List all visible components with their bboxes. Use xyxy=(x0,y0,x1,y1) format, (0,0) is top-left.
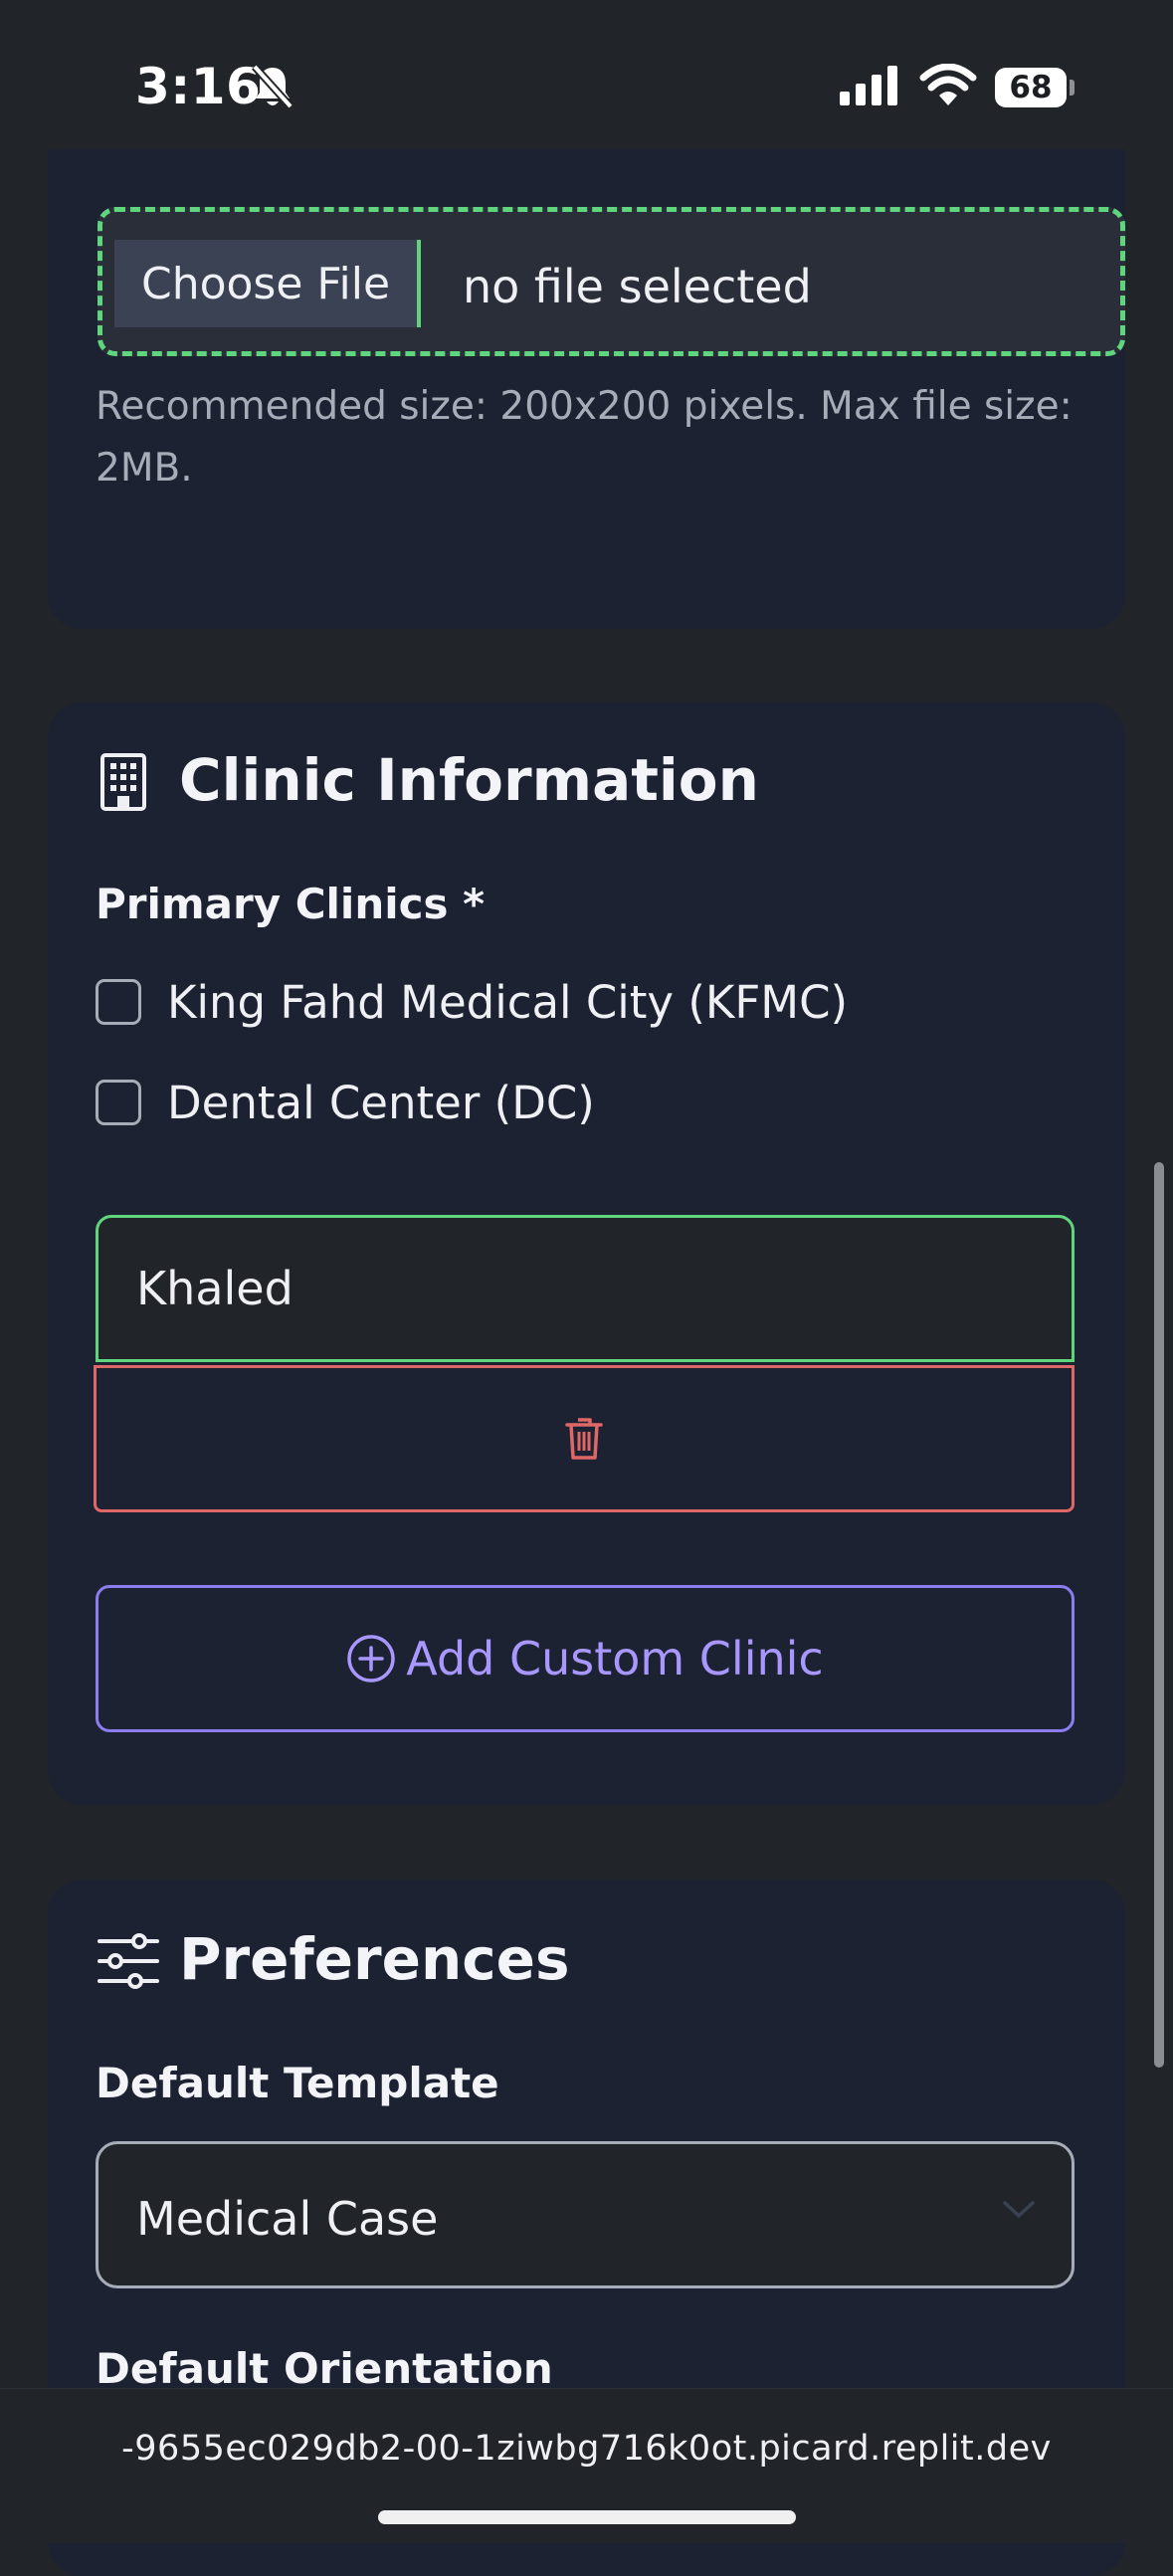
primary-clinics-label: Primary Clinics * xyxy=(96,880,486,928)
add-custom-clinic-label: Add Custom Clinic xyxy=(406,1632,824,1685)
url-text[interactable]: -9655ec029db2-00-1ziwbg716k0ot.picard.re… xyxy=(0,2429,1173,2469)
building-icon xyxy=(100,753,146,811)
default-template-value: Medical Case xyxy=(136,2192,439,2246)
choose-file-button[interactable]: Choose File xyxy=(114,240,421,327)
add-custom-clinic-button[interactable]: Add Custom Clinic xyxy=(96,1585,1075,1732)
default-template-label: Default Template xyxy=(96,2059,499,2107)
chevron-down-icon xyxy=(1003,2201,1035,2218)
logo-upload-card: Choose File no file selected Recommended… xyxy=(48,149,1125,629)
default-orientation-label: Default Orientation xyxy=(96,2344,553,2393)
clinic-section-title: Clinic Information xyxy=(179,746,759,814)
file-status-text: no file selected xyxy=(463,260,812,313)
clinic-information-card: Clinic Information Primary Clinics * Kin… xyxy=(48,702,1125,1805)
file-upload-dropzone[interactable]: Choose File no file selected xyxy=(98,207,1125,356)
default-template-select[interactable]: Medical Case xyxy=(96,2141,1075,2288)
plus-circle-icon xyxy=(347,1635,396,1683)
trash-icon xyxy=(565,1418,603,1460)
status-time: 3:16 xyxy=(135,58,262,115)
clinic-option-kfmc[interactable]: King Fahd Medical City (KFMC) xyxy=(96,972,848,1032)
kfmc-checkbox-label: King Fahd Medical City (KFMC) xyxy=(167,975,849,1029)
wifi-icon xyxy=(919,64,977,105)
upload-hint: Recommended size: 200x200 pixels. Max fi… xyxy=(96,384,1073,491)
dc-checkbox[interactable] xyxy=(96,1080,141,1125)
dc-checkbox-label: Dental Center (DC) xyxy=(167,1076,595,1129)
bell-slash-icon xyxy=(252,64,293,109)
cellular-signal-icon xyxy=(840,66,897,105)
status-bar: 3:16 68 xyxy=(0,0,1173,174)
sliders-icon xyxy=(98,1933,159,1989)
custom-clinic-input[interactable] xyxy=(96,1215,1075,1362)
browser-address-bar[interactable]: -9655ec029db2-00-1ziwbg716k0ot.picard.re… xyxy=(0,2388,1173,2543)
battery-icon: 68 xyxy=(995,68,1067,107)
battery-nub xyxy=(1070,80,1075,96)
page-scrollbar[interactable] xyxy=(1154,1162,1164,2068)
clinic-option-dc[interactable]: Dental Center (DC) xyxy=(96,1073,595,1132)
preferences-section-title: Preferences xyxy=(179,1925,570,1993)
delete-custom-clinic-button[interactable] xyxy=(94,1365,1075,1512)
kfmc-checkbox[interactable] xyxy=(96,979,141,1025)
home-indicator[interactable] xyxy=(378,2510,796,2524)
